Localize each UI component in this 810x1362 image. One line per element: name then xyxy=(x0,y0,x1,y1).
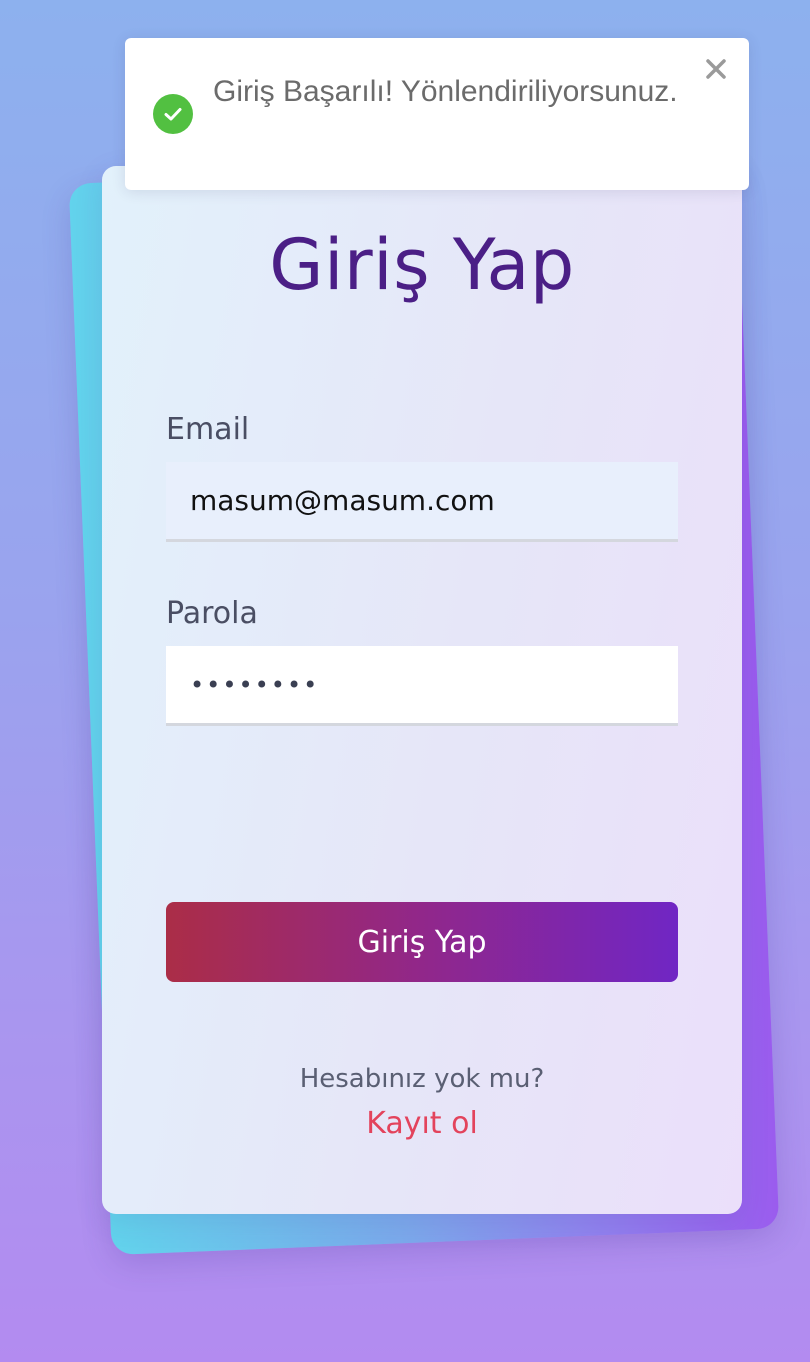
toast-message: Giriş Başarılı! Yönlendiriliyorsunuz. xyxy=(213,75,678,108)
close-icon[interactable] xyxy=(701,54,731,84)
password-field[interactable] xyxy=(166,646,678,726)
login-button[interactable]: Giriş Yap xyxy=(166,902,678,982)
page-title: Giriş Yap xyxy=(269,224,575,306)
no-account-text: Hesabınız yok mu? xyxy=(299,1064,545,1094)
login-card: Giriş Yap Email Parola Giriş Yap Hesabın… xyxy=(102,166,742,1214)
success-toast: Giriş Başarılı! Yönlendiriliyorsunuz. xyxy=(125,38,749,190)
password-label: Parola xyxy=(166,596,258,631)
email-field[interactable] xyxy=(166,462,678,542)
register-link[interactable]: Kayıt ol xyxy=(102,1106,742,1141)
check-circle-icon xyxy=(153,94,193,134)
email-label: Email xyxy=(166,412,250,447)
